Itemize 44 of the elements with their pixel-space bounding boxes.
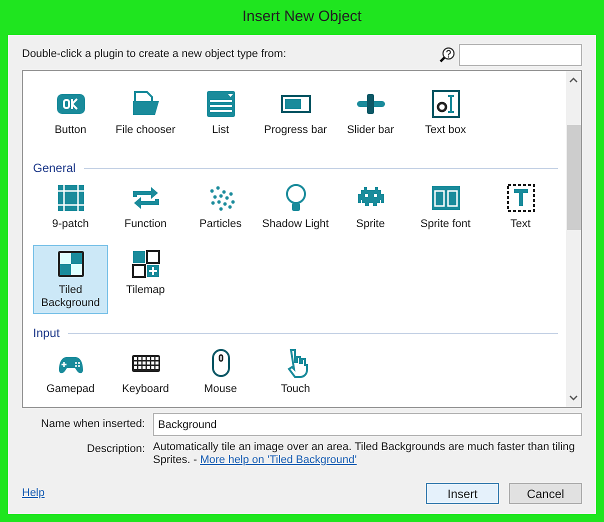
plugin-item[interactable]: Progress bar xyxy=(258,85,333,149)
dialog-button[interactable]: Insert xyxy=(426,483,499,504)
category-header: Input xyxy=(33,325,60,342)
prompt-text: Double-click a plugin to create a new object type from: xyxy=(22,47,288,62)
category-header: General xyxy=(33,160,76,177)
plugin-item[interactable]: Tilemap xyxy=(108,245,183,314)
field-label: Name when inserted: xyxy=(40,417,146,432)
grid-frame-icon xyxy=(56,183,86,213)
scroll-down-icon[interactable] xyxy=(569,395,578,401)
plugin-item[interactable]: Sprite font xyxy=(408,179,483,243)
scroll-thumb[interactable] xyxy=(566,125,580,230)
plugin-item[interactable]: Mouse xyxy=(183,344,258,407)
plugin-item[interactable]: Slider bar xyxy=(333,85,408,149)
plugin-item[interactable]: Shadow Light xyxy=(258,179,333,243)
plugin-item[interactable]: 9-patch xyxy=(33,179,108,243)
plugin-item[interactable]: Button xyxy=(33,85,108,149)
plugin-item[interactable]: Gamepad xyxy=(33,344,108,407)
plugin-item[interactable]: Keyboard xyxy=(108,344,183,407)
text-box-icon xyxy=(430,89,460,119)
plugin-item[interactable]: Text box xyxy=(408,85,483,149)
ab-letters-icon xyxy=(430,183,460,213)
field-label: Description: xyxy=(86,442,146,457)
plugin-item[interactable]: Function xyxy=(108,179,183,243)
plugin-item[interactable]: Touch xyxy=(258,344,333,407)
window-title: Insert New Object xyxy=(241,7,363,28)
search-field[interactable] xyxy=(459,44,582,66)
plugin-item[interactable]: Particles xyxy=(183,179,258,243)
scrollbar[interactable] xyxy=(566,71,581,407)
plugin-item[interactable]: List xyxy=(183,85,258,149)
dialog-button[interactable]: Cancel xyxy=(509,483,582,504)
plugin-item[interactable]: Sprite xyxy=(333,179,408,243)
tilemap-icon xyxy=(130,249,160,279)
plugin-item[interactable]: File chooser xyxy=(108,85,183,149)
description-text: Automatically tile an image over an area. Tiled Backgrounds are much faster than tiling Sprites. - More help on 'Tiled Background' xyxy=(153,441,576,467)
plugin-item[interactable]: Tiled Background xyxy=(33,245,108,314)
search-help-icon xyxy=(439,46,455,62)
scroll-up-icon[interactable] xyxy=(569,77,578,83)
list-icon xyxy=(206,89,236,119)
name-field[interactable]: Background xyxy=(153,413,582,436)
plugin-item[interactable]: Text xyxy=(483,179,558,243)
text-frame-icon xyxy=(506,183,536,213)
tiles-icon xyxy=(56,249,86,279)
help-link[interactable]: Help xyxy=(22,485,416,502)
more-help-link[interactable]: More help on 'Tiled Background' xyxy=(200,454,357,466)
